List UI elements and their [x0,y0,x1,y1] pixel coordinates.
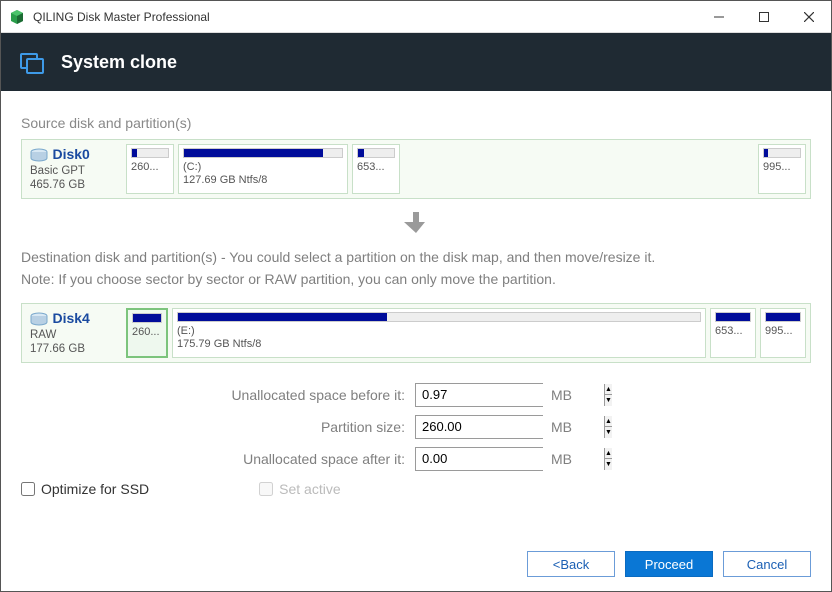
before-label: Unallocated space before it: [21,387,415,403]
destination-partition-0[interactable]: 260... [126,308,168,358]
proceed-button[interactable]: Proceed [625,551,713,577]
after-spin-up[interactable]: ▲ [605,448,612,460]
destination-disk-row: Disk4 RAW 177.66 GB 260... (E:) 175.79 G… [21,303,811,363]
maximize-icon [759,12,769,22]
size-spin-up[interactable]: ▲ [605,416,612,428]
disk-icon [30,148,48,162]
close-button[interactable] [786,1,831,33]
source-disk-info: Disk0 Basic GPT 465.76 GB [26,144,122,194]
set-active-option: Set active [259,481,340,497]
before-spin-down[interactable]: ▼ [605,395,612,406]
minimize-button[interactable] [696,1,741,33]
size-input-wrap: ▲▼ [415,415,543,439]
size-input[interactable] [416,416,604,438]
destination-desc-2: Note: If you choose sector by sector or … [21,268,811,290]
size-spin-down[interactable]: ▼ [605,427,612,438]
source-disk-name: Disk0 [52,146,89,162]
source-disk-type: Basic GPT [30,164,118,178]
source-disk-size: 465.76 GB [30,178,118,192]
window-title: QILING Disk Master Professional [33,10,696,24]
before-input[interactable] [416,384,604,406]
resize-form: Unallocated space before it: ▲▼ MB Parti… [21,383,811,471]
source-partition-2[interactable]: 653... [352,144,400,194]
source-partition-1[interactable]: (C:) 127.69 GB Ntfs/8 [178,144,348,194]
unit-label: MB [551,387,572,403]
set-active-checkbox [259,482,273,496]
destination-partition-1[interactable]: (E:) 175.79 GB Ntfs/8 [172,308,706,358]
after-spin-down[interactable]: ▼ [605,459,612,470]
after-label: Unallocated space after it: [21,451,415,467]
close-icon [804,12,814,22]
content-area: Source disk and partition(s) Disk0 Basic… [1,91,831,507]
maximize-button[interactable] [741,1,786,33]
arrow-down [21,209,811,240]
after-input[interactable] [416,448,604,470]
unit-label: MB [551,451,572,467]
page-title: System clone [61,52,177,73]
page-header: System clone [1,33,831,91]
source-label: Source disk and partition(s) [21,115,811,131]
unit-label: MB [551,419,572,435]
source-disk-row: Disk0 Basic GPT 465.76 GB 260... (C:) 12… [21,139,811,199]
before-input-wrap: ▲▼ [415,383,543,407]
clone-icon [19,49,45,75]
size-label: Partition size: [21,419,415,435]
back-button[interactable]: <Back [527,551,615,577]
destination-desc-1: Destination disk and partition(s) - You … [21,246,811,268]
destination-partition-2[interactable]: 653... [710,308,756,358]
after-input-wrap: ▲▼ [415,447,543,471]
destination-disk-info: Disk4 RAW 177.66 GB [26,308,122,358]
arrow-down-icon [403,209,429,235]
titlebar: QILING Disk Master Professional [1,1,831,33]
optimize-ssd-option[interactable]: Optimize for SSD [21,481,149,497]
before-spin-up[interactable]: ▲ [605,384,612,396]
options-row: Optimize for SSD Set active [21,481,811,497]
destination-disk-type: RAW [30,328,118,342]
footer-buttons: <Back Proceed Cancel [527,551,811,577]
optimize-ssd-checkbox[interactable] [21,482,35,496]
cancel-button[interactable]: Cancel [723,551,811,577]
minimize-icon [714,12,724,22]
app-window: QILING Disk Master Professional System c… [0,0,832,592]
source-partition-3[interactable]: 995... [758,144,806,194]
app-icon [9,9,25,25]
destination-disk-size: 177.66 GB [30,342,118,356]
destination-partition-3[interactable]: 995... [760,308,806,358]
source-partition-0[interactable]: 260... [126,144,174,194]
destination-disk-name: Disk4 [52,310,89,326]
disk-icon [30,312,48,326]
